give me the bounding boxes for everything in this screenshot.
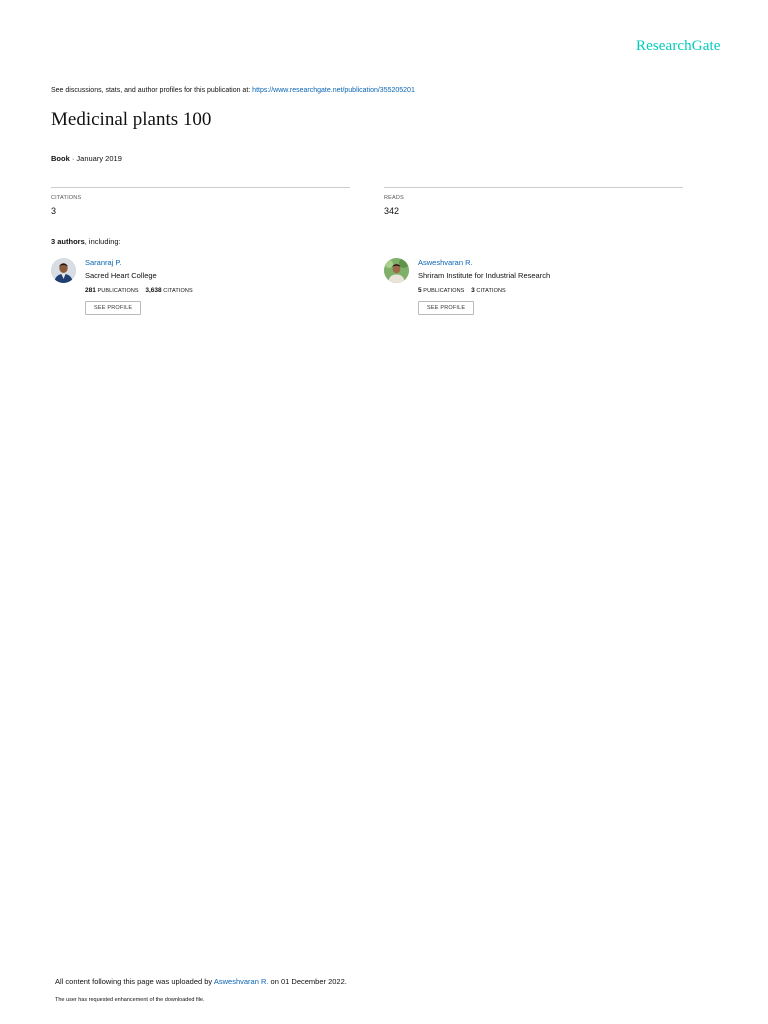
author-publications-label: PUBLICATIONS — [97, 288, 139, 294]
uploader-link[interactable]: Asweshvaran R. — [214, 977, 269, 986]
author-avatar[interactable] — [384, 258, 409, 283]
authors-intro-rest: , including: — [84, 237, 121, 246]
author-institution: Shriram Institute for Industrial Researc… — [418, 271, 551, 280]
reads-label: READS — [384, 195, 404, 201]
person-photo-icon — [384, 258, 409, 283]
author-name-link[interactable]: Asweshvaran R. — [418, 258, 678, 267]
publication-meta: Book · January 2019 — [51, 154, 122, 163]
publication-type: Book — [51, 154, 70, 163]
citations-label: CITATIONS — [51, 195, 82, 201]
author-publications-count: 281 — [85, 287, 96, 294]
publication-date: · January 2019 — [69, 154, 122, 163]
author-info: Saranraj P. Sacred Heart College 281 PUB… — [85, 258, 345, 315]
author-citations-count: 3,638 — [145, 287, 162, 294]
reads-stat: READS 342 — [384, 187, 683, 216]
author-avatar[interactable] — [51, 258, 76, 283]
author-stats: 5 PUBLICATIONS 3 CITATIONS — [418, 287, 678, 294]
upload-notice-suffix: on 01 December 2022. — [268, 977, 347, 986]
author-citations-label: CITATIONS — [476, 288, 506, 294]
see-discussions-line: See discussions, stats, and author profi… — [51, 87, 415, 94]
reads-value: 342 — [384, 206, 400, 216]
see-profile-button[interactable]: SEE PROFILE — [85, 301, 142, 315]
citations-stat: CITATIONS 3 — [51, 187, 350, 216]
author-publications-count: 5 — [418, 287, 422, 294]
publication-url-link[interactable]: https://www.researchgate.net/publication… — [252, 87, 415, 94]
author-publications-label: PUBLICATIONS — [423, 288, 465, 294]
citations-value: 3 — [51, 206, 57, 216]
author-name-link[interactable]: Saranraj P. — [85, 258, 345, 267]
author-citations-count: 3 — [471, 287, 475, 294]
authors-count: 3 authors — [51, 237, 85, 246]
upload-notice-prefix: All content following this page was uplo… — [55, 977, 214, 986]
author-info: Asweshvaran R. Shriram Institute for Ind… — [418, 258, 678, 315]
publication-title: Medicinal plants 100 — [51, 109, 212, 130]
see-discussions-text: See discussions, stats, and author profi… — [51, 87, 253, 94]
upload-notice: All content following this page was uplo… — [55, 977, 347, 986]
person-photo-icon — [51, 258, 76, 283]
enhancement-note: The user has requested enhancement of th… — [55, 997, 205, 1003]
author-institution: Sacred Heart College — [85, 271, 157, 280]
authors-intro: 3 authors, including: — [51, 237, 121, 246]
see-profile-button[interactable]: SEE PROFILE — [418, 301, 475, 315]
researchgate-logo[interactable]: ResearchGate — [636, 38, 720, 55]
author-citations-label: CITATIONS — [163, 288, 193, 294]
author-stats: 281 PUBLICATIONS 3,638 CITATIONS — [85, 287, 345, 294]
